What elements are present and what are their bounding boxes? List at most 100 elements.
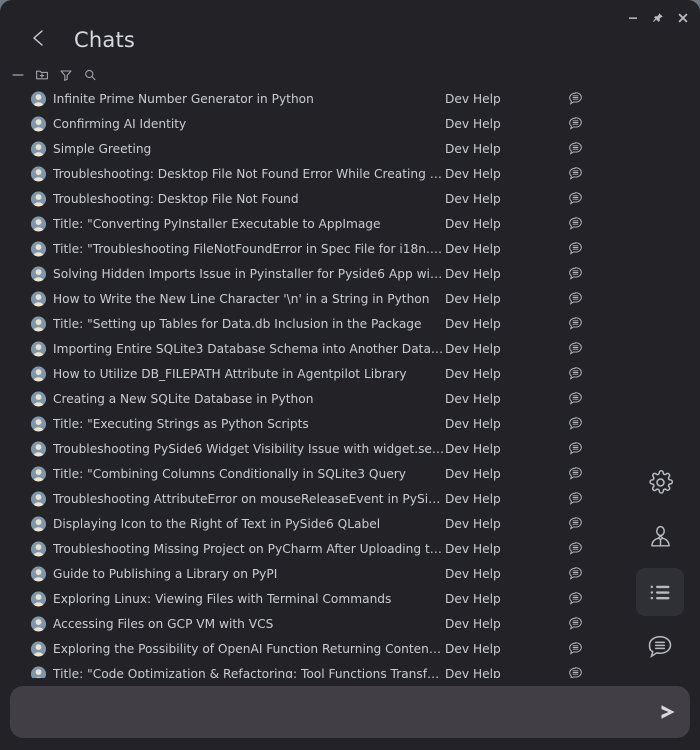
avatar	[31, 291, 46, 306]
chat-bubble-icon[interactable]	[565, 266, 585, 281]
chat-title: Title: "Executing Strings as Python Scri…	[53, 417, 445, 431]
sidebar-item-agents[interactable]	[636, 513, 684, 561]
chat-bubble-icon[interactable]	[565, 391, 585, 406]
chat-bubble-icon[interactable]	[565, 141, 585, 156]
table-row[interactable]: Simple GreetingDev Help	[0, 136, 620, 161]
filter-button[interactable]	[58, 67, 74, 83]
chat-bubble-icon[interactable]	[565, 641, 585, 656]
chat-bubble-icon[interactable]	[565, 116, 585, 131]
chat-bubble-icon[interactable]	[565, 366, 585, 381]
chat-agent: Dev Help	[445, 517, 565, 531]
chat-title: Importing Entire SQLite3 Database Schema…	[53, 342, 445, 356]
table-row[interactable]: Confirming AI IdentityDev Help	[0, 111, 620, 136]
chat-agent: Dev Help	[445, 642, 565, 656]
filter-icon	[59, 68, 73, 82]
chat-bubble-icon[interactable]	[565, 91, 585, 106]
chat-title: Guide to Publishing a Library on PyPI	[53, 567, 445, 581]
table-row[interactable]: Troubleshooting AttributeError on mouseR…	[0, 486, 620, 511]
avatar	[31, 641, 46, 656]
chat-agent: Dev Help	[445, 242, 565, 256]
chat-title: How to Utilize DB_FILEPATH Attribute in …	[53, 367, 445, 381]
chat-bubble-icon[interactable]	[565, 616, 585, 631]
chat-agent: Dev Help	[445, 292, 565, 306]
chat-list[interactable]: Infinite Prime Number Generator in Pytho…	[0, 86, 620, 678]
chat-bubble-icon[interactable]	[565, 516, 585, 531]
chat-bubble-icon[interactable]	[565, 166, 585, 181]
pin-icon[interactable]	[651, 11, 665, 25]
table-row[interactable]: Creating a New SQLite Database in Python…	[0, 386, 620, 411]
chat-bubble-icon[interactable]	[565, 416, 585, 431]
message-input[interactable]	[10, 686, 644, 738]
chat-bubble-icon[interactable]	[565, 666, 585, 678]
right-sidebar	[620, 86, 700, 678]
new-folder-button[interactable]	[34, 67, 50, 83]
send-icon	[656, 701, 678, 723]
table-row[interactable]: Troubleshooting: Desktop File Not FoundD…	[0, 186, 620, 211]
chat-bubble-icon[interactable]	[565, 466, 585, 481]
chat-bubble-icon[interactable]	[565, 316, 585, 331]
chat-title: Infinite Prime Number Generator in Pytho…	[53, 92, 445, 106]
avatar	[31, 166, 46, 181]
table-row[interactable]: Troubleshooting: Desktop File Not Found …	[0, 161, 620, 186]
chat-bubble-icon[interactable]	[565, 591, 585, 606]
table-row[interactable]: Displaying Icon to the Right of Text in …	[0, 511, 620, 536]
chat-title: Title: "Setting up Tables for Data.db In…	[53, 317, 445, 331]
table-row[interactable]: Exploring Linux: Viewing Files with Term…	[0, 586, 620, 611]
table-row[interactable]: How to Write the New Line Character '\n'…	[0, 286, 620, 311]
search-button[interactable]	[82, 67, 98, 83]
table-row[interactable]: Troubleshooting PySide6 Widget Visibilit…	[0, 436, 620, 461]
chat-bubble-icon[interactable]	[565, 566, 585, 581]
back-button[interactable]	[22, 23, 56, 57]
avatar	[31, 191, 46, 206]
chat-title: Accessing Files on GCP VM with VCS	[53, 617, 445, 631]
table-row[interactable]: Title: "Combining Columns Conditionally …	[0, 461, 620, 486]
table-row[interactable]: Guide to Publishing a Library on PyPIDev…	[0, 561, 620, 586]
list-icon	[647, 579, 674, 606]
chat-bubble-icon[interactable]	[565, 541, 585, 556]
minimize-icon[interactable]	[626, 11, 640, 25]
table-row[interactable]: Title: "Converting PyInstaller Executabl…	[0, 211, 620, 236]
collapse-all-button[interactable]	[10, 67, 26, 83]
chat-title: Exploring the Possibility of OpenAI Func…	[53, 642, 445, 656]
table-row[interactable]: Troubleshooting Missing Project on PyCha…	[0, 536, 620, 561]
avatar	[31, 541, 46, 556]
sidebar-item-contexts[interactable]	[636, 568, 684, 616]
avatar	[31, 616, 46, 631]
table-row[interactable]: Solving Hidden Imports Issue in Pyinstal…	[0, 261, 620, 286]
table-row[interactable]: Title: "Troubleshooting FileNotFoundErro…	[0, 236, 620, 261]
chat-bubble-icon[interactable]	[565, 441, 585, 456]
sidebar-item-chat[interactable]	[636, 623, 684, 671]
chat-bubble-icon[interactable]	[565, 341, 585, 356]
sidebar-item-settings[interactable]	[636, 458, 684, 506]
table-row[interactable]: Exploring the Possibility of OpenAI Func…	[0, 636, 620, 661]
chat-agent: Dev Help	[445, 167, 565, 181]
chat-agent: Dev Help	[445, 217, 565, 231]
table-row[interactable]: Title: "Code Optimization & Refactoring:…	[0, 661, 620, 678]
chat-bubble-icon[interactable]	[565, 191, 585, 206]
chat-agent: Dev Help	[445, 267, 565, 281]
avatar	[31, 266, 46, 281]
header-bar: Chats	[0, 18, 700, 62]
chat-bubble-icon[interactable]	[565, 241, 585, 256]
chat-agent: Dev Help	[445, 417, 565, 431]
chat-title: Confirming AI Identity	[53, 117, 445, 131]
chat-title: How to Write the New Line Character '\n'…	[53, 292, 445, 306]
avatar	[31, 391, 46, 406]
avatar	[31, 316, 46, 331]
avatar	[31, 341, 46, 356]
send-button[interactable]	[644, 686, 690, 738]
table-row[interactable]: Infinite Prime Number Generator in Pytho…	[0, 86, 620, 111]
chat-bubble-icon[interactable]	[565, 491, 585, 506]
list-toolbar	[10, 66, 98, 84]
chat-bubble-icon[interactable]	[565, 216, 585, 231]
chat-agent: Dev Help	[445, 317, 565, 331]
table-row[interactable]: Title: "Setting up Tables for Data.db In…	[0, 311, 620, 336]
chat-agent: Dev Help	[445, 142, 565, 156]
table-row[interactable]: Accessing Files on GCP VM with VCSDev He…	[0, 611, 620, 636]
close-icon[interactable]	[676, 11, 690, 25]
chat-bubble-icon[interactable]	[565, 291, 585, 306]
chat-title: Title: "Combining Columns Conditionally …	[53, 467, 445, 481]
table-row[interactable]: How to Utilize DB_FILEPATH Attribute in …	[0, 361, 620, 386]
table-row[interactable]: Title: "Executing Strings as Python Scri…	[0, 411, 620, 436]
table-row[interactable]: Importing Entire SQLite3 Database Schema…	[0, 336, 620, 361]
